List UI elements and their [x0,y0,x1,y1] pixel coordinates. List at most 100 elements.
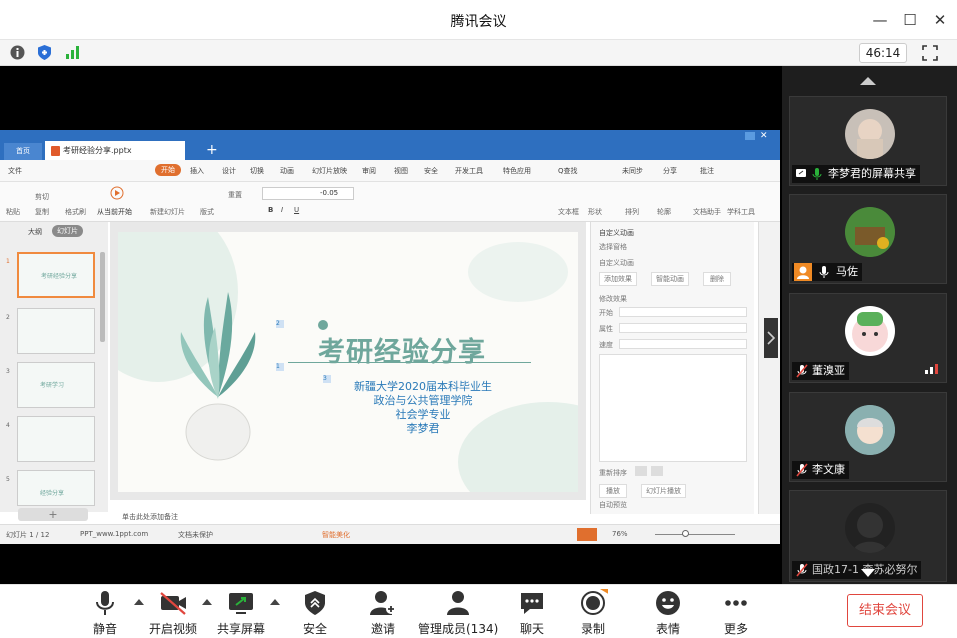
property-select[interactable] [619,323,747,333]
signal-icon[interactable] [65,45,80,60]
zoom-slider-handle[interactable] [682,530,689,537]
info-icon[interactable] [10,45,25,60]
share-options-caret[interactable] [270,599,280,605]
close-icon[interactable]: ✕ [930,10,950,30]
ribbon-cut[interactable]: 剪切 [35,192,49,202]
slide-thumb-2[interactable] [17,308,95,354]
shield-icon[interactable] [37,44,52,61]
slideshow-play-button[interactable] [577,528,597,541]
manage-members-button[interactable]: 管理成员(134) [418,589,498,637]
participant-tile[interactable]: 国政17-1 李苏必努尔 [789,490,947,582]
ribbon-copy[interactable]: 复制 [35,207,49,217]
delete-button[interactable]: 删除 [703,272,731,286]
menu-devtools[interactable]: 开发工具 [455,166,483,176]
anim-marker[interactable]: 2 [276,320,284,328]
play-icon[interactable] [110,186,124,200]
scroll-up-icon[interactable] [859,76,877,86]
end-meeting-button[interactable]: 结束会议 [847,594,923,627]
slide-thumb-3[interactable]: 考研学习 [17,362,95,408]
auto-preview-checkbox[interactable]: 自动预览 [599,500,627,510]
add-effect-button[interactable]: 添加效果 [599,272,637,286]
add-slide-button[interactable]: + [18,508,88,521]
menu-comment[interactable]: 批注 [700,166,714,176]
menu-home[interactable]: 开始 [155,164,181,176]
font-name-field[interactable] [262,187,354,200]
maximize-icon[interactable]: ☐ [900,10,920,30]
menu-share[interactable]: 分享 [663,166,677,176]
menu-animation[interactable]: 动画 [280,166,294,176]
menu-review[interactable]: 审阅 [362,166,376,176]
ribbon-paste[interactable]: 粘贴 [6,207,20,217]
tab-document[interactable]: 考研经验分享.pptx [45,141,185,160]
slide-thumb-5[interactable]: 经验分享 [17,470,95,506]
ribbon-layout[interactable]: 版式 [200,207,214,217]
window-close-icon[interactable]: ✕ [760,131,768,141]
share-screen-button[interactable]: 共享屏幕 [216,589,266,637]
move-down-icon[interactable] [651,466,663,476]
chat-button[interactable]: 聊天 [512,589,552,637]
emoji-button[interactable]: 表情 [648,589,688,637]
menu-search[interactable]: Q查找 [558,166,578,176]
start-select[interactable] [619,307,747,317]
ribbon-format-painter[interactable]: 格式刷 [65,207,86,217]
thumbs-scrollbar[interactable] [100,252,105,342]
ribbon-new-slide[interactable]: 新建幻灯片 [150,207,185,217]
zoom-level[interactable]: 76% [612,530,628,538]
menu-security[interactable]: 安全 [424,166,438,176]
collapse-sidebar-icon[interactable] [764,318,778,358]
ribbon-arrange[interactable]: 排列 [625,207,639,217]
menu-view[interactable]: 视图 [394,166,408,176]
new-tab-icon[interactable]: + [206,142,218,158]
video-options-caret[interactable] [202,599,212,605]
participant-tile[interactable]: 李文康 [789,392,947,482]
record-button[interactable]: 录制 [573,589,613,637]
menu-features[interactable]: 特色应用 [503,166,531,176]
minimize-icon[interactable]: — [870,10,890,30]
animation-list[interactable] [599,354,747,462]
ribbon-reset[interactable]: 重置 [228,190,242,200]
menu-transition[interactable]: 切换 [250,166,264,176]
invite-button[interactable]: 邀请 [363,589,403,637]
zoom-slider[interactable] [655,534,735,535]
start-video-button[interactable]: 开启视频 [148,589,198,637]
move-up-icon[interactable] [635,466,647,476]
scroll-down-icon[interactable] [860,568,876,578]
ribbon-textbox[interactable]: 文本框 [558,207,579,217]
notes-field[interactable]: 单击此处添加备注 [122,512,178,522]
menu-unsynced[interactable]: 未同步 [622,166,643,176]
window-max-icon[interactable] [745,132,755,140]
ribbon-from-current[interactable]: 从当前开始 [97,207,132,217]
ribbon-subject-tools[interactable]: 学科工具 [727,207,755,217]
bold-button[interactable]: B [268,206,273,214]
speed-select[interactable] [619,339,747,349]
participant-tile[interactable]: 马佐 [789,194,947,284]
security-button[interactable]: 安全 [295,589,335,637]
menu-slideshow[interactable]: 幻灯片放映 [312,166,347,176]
menu-design[interactable]: 设计 [222,166,236,176]
selection-pane-link[interactable]: 选择窗格 [599,242,627,252]
underline-button[interactable]: U [294,206,299,214]
font-size-field[interactable]: -0.05 [320,189,338,197]
tab-home[interactable]: 首页 [4,143,42,160]
slideshow-button[interactable]: 幻灯片播放 [641,484,686,498]
audio-options-caret[interactable] [134,599,144,605]
slide-thumb-4[interactable] [17,416,95,462]
fullscreen-icon[interactable] [922,45,938,61]
italic-button[interactable]: I [281,206,283,214]
current-slide[interactable]: 2 考研经验分享 1 3 新疆大学2020届本科毕业生 政治与公共管理学院 社会… [118,232,578,492]
participant-tile[interactable]: 董溴亚 [789,293,947,383]
anim-marker[interactable]: 1 [276,363,284,371]
menu-file[interactable]: 文件 [8,166,22,176]
tab-slides[interactable]: 幻灯片 [52,225,83,237]
tab-outline[interactable]: 大纲 [28,227,42,237]
menu-insert[interactable]: 插入 [190,166,204,176]
ribbon-shape[interactable]: 形状 [588,207,602,217]
slide-thumb-1[interactable]: 考研经验分享 [17,252,95,298]
participant-tile[interactable]: 李梦君的屏幕共享 [789,96,947,186]
smart-beautify-button[interactable]: 智能美化 [322,530,350,540]
play-button[interactable]: 播放 [599,484,627,498]
ribbon-outline[interactable]: 轮廓 [657,207,671,217]
mute-button[interactable]: 静音 [85,589,125,637]
side-tool-strip[interactable] [758,222,780,514]
ribbon-doc-assistant[interactable]: 文档助手 [693,207,721,217]
